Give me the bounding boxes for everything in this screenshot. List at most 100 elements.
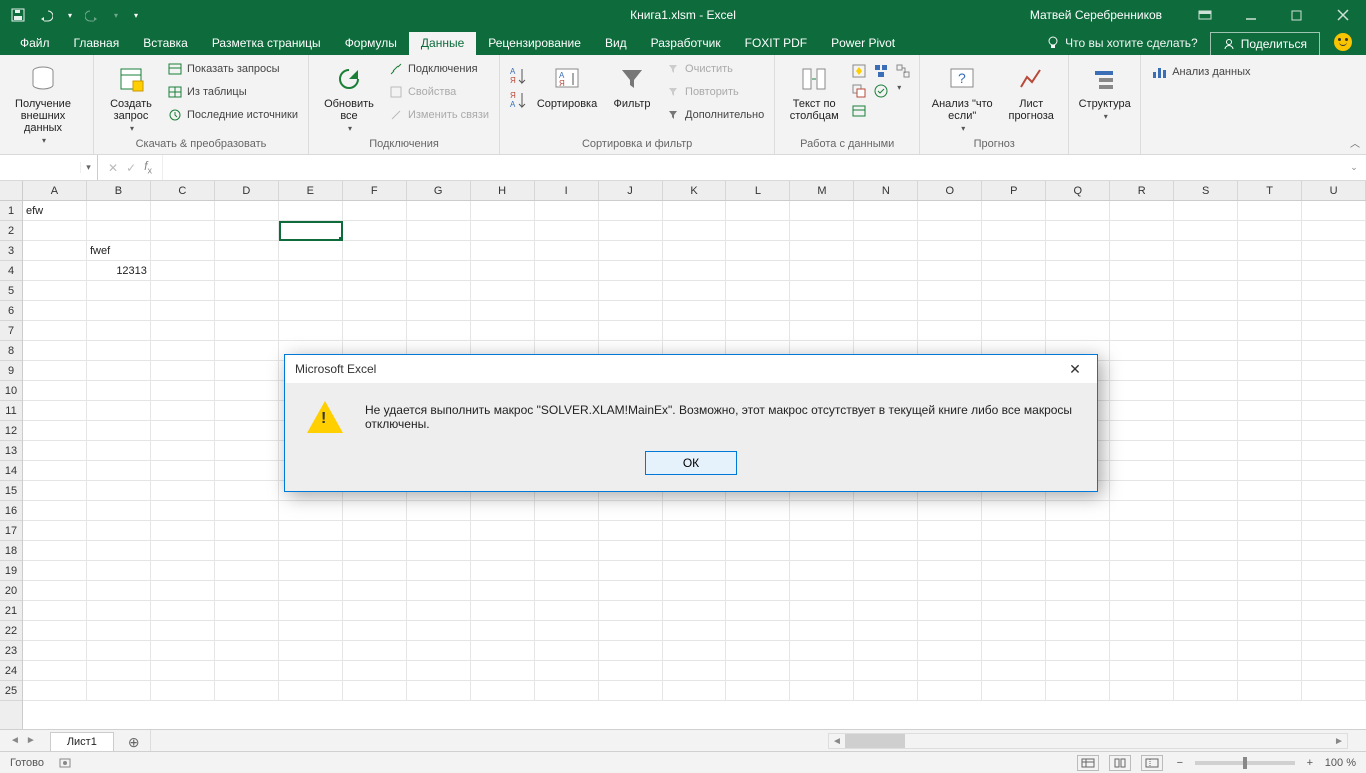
cell[interactable] [151,301,215,321]
cell[interactable] [1110,661,1174,681]
cell[interactable] [1174,601,1238,621]
formula-input[interactable] [163,161,1342,175]
cell[interactable] [535,281,599,301]
cell[interactable] [1110,681,1174,701]
cell[interactable] [663,601,727,621]
cell[interactable] [87,341,151,361]
cell[interactable] [279,281,343,301]
column-header[interactable]: M [790,181,854,200]
cell[interactable] [151,481,215,501]
cell[interactable] [1238,661,1302,681]
cell[interactable] [790,281,854,301]
cell[interactable] [1110,621,1174,641]
qat-customize-icon[interactable]: ▾ [134,11,138,20]
cell[interactable] [151,341,215,361]
cell[interactable] [1174,201,1238,221]
cell[interactable] [1110,221,1174,241]
row-header[interactable]: 14 [0,461,22,481]
cell[interactable] [1110,521,1174,541]
cell[interactable] [87,421,151,441]
enter-icon[interactable]: ✓ [126,161,136,175]
tab-power-pivot[interactable]: Power Pivot [819,32,907,55]
cell[interactable] [918,301,982,321]
fx-icon[interactable]: fx [144,159,152,175]
dialog-close-icon[interactable]: ✕ [1063,361,1087,378]
cell[interactable] [1238,221,1302,241]
cell[interactable] [215,681,279,701]
cell[interactable] [790,261,854,281]
cell[interactable] [151,421,215,441]
row-header[interactable]: 12 [0,421,22,441]
cell[interactable] [215,601,279,621]
cell[interactable] [151,541,215,561]
cell[interactable] [599,201,663,221]
cell[interactable] [215,561,279,581]
cell[interactable] [1302,501,1366,521]
cell[interactable] [471,661,535,681]
cell[interactable] [535,681,599,701]
cell[interactable] [1174,361,1238,381]
cell[interactable] [1046,301,1110,321]
cell[interactable] [471,321,535,341]
row-header[interactable]: 10 [0,381,22,401]
cell[interactable] [407,681,471,701]
cell[interactable] [854,201,918,221]
show-queries-button[interactable]: Показать запросы [166,59,300,79]
column-header[interactable]: S [1174,181,1238,200]
cell[interactable] [1174,521,1238,541]
cell[interactable] [151,201,215,221]
row-header[interactable]: 11 [0,401,22,421]
cell[interactable] [279,501,343,521]
cell[interactable] [1238,601,1302,621]
cell[interactable] [982,561,1046,581]
cell[interactable] [726,321,790,341]
cell[interactable] [1174,301,1238,321]
row-header[interactable]: 15 [0,481,22,501]
cell[interactable] [23,501,87,521]
cell[interactable] [23,261,87,281]
cell[interactable] [151,441,215,461]
column-header[interactable]: D [215,181,279,200]
cell[interactable] [854,641,918,661]
cell[interactable] [343,501,407,521]
cell[interactable] [23,581,87,601]
cell[interactable] [1110,561,1174,581]
expand-formula-bar-icon[interactable]: ⌄ [1342,155,1366,180]
row-header[interactable]: 17 [0,521,22,541]
tab-вид[interactable]: Вид [593,32,639,55]
cell[interactable] [790,541,854,561]
column-header[interactable]: O [918,181,982,200]
advanced-filter-button[interactable]: Дополнительно [664,105,766,125]
cell[interactable] [23,541,87,561]
horizontal-scrollbar[interactable]: ◄ ► [828,733,1348,749]
normal-view-icon[interactable] [1077,755,1099,771]
name-box-dropdown-icon[interactable]: ▾ [80,162,96,173]
cell[interactable] [407,621,471,641]
row-header[interactable]: 8 [0,341,22,361]
row-header[interactable]: 24 [0,661,22,681]
cell[interactable] [1174,401,1238,421]
cell[interactable] [663,661,727,681]
cell[interactable] [599,581,663,601]
cell[interactable] [407,241,471,261]
cell[interactable] [1302,661,1366,681]
cell[interactable] [23,441,87,461]
cell[interactable] [982,601,1046,621]
cell[interactable] [1238,341,1302,361]
cell[interactable] [726,301,790,321]
row-header[interactable]: 22 [0,621,22,641]
cell[interactable] [1238,261,1302,281]
cell[interactable] [1174,641,1238,661]
cell[interactable] [599,601,663,621]
cell[interactable] [1302,201,1366,221]
cell[interactable] [1302,361,1366,381]
cell[interactable] [663,681,727,701]
cell[interactable] [87,681,151,701]
cell[interactable] [790,561,854,581]
sheet-nav-prev-icon[interactable]: ◄ [10,735,20,746]
cell[interactable] [726,641,790,661]
cell[interactable] [854,261,918,281]
cell[interactable] [23,221,87,241]
cell[interactable] [343,621,407,641]
sort-az-icon[interactable]: AЯ [508,65,528,87]
